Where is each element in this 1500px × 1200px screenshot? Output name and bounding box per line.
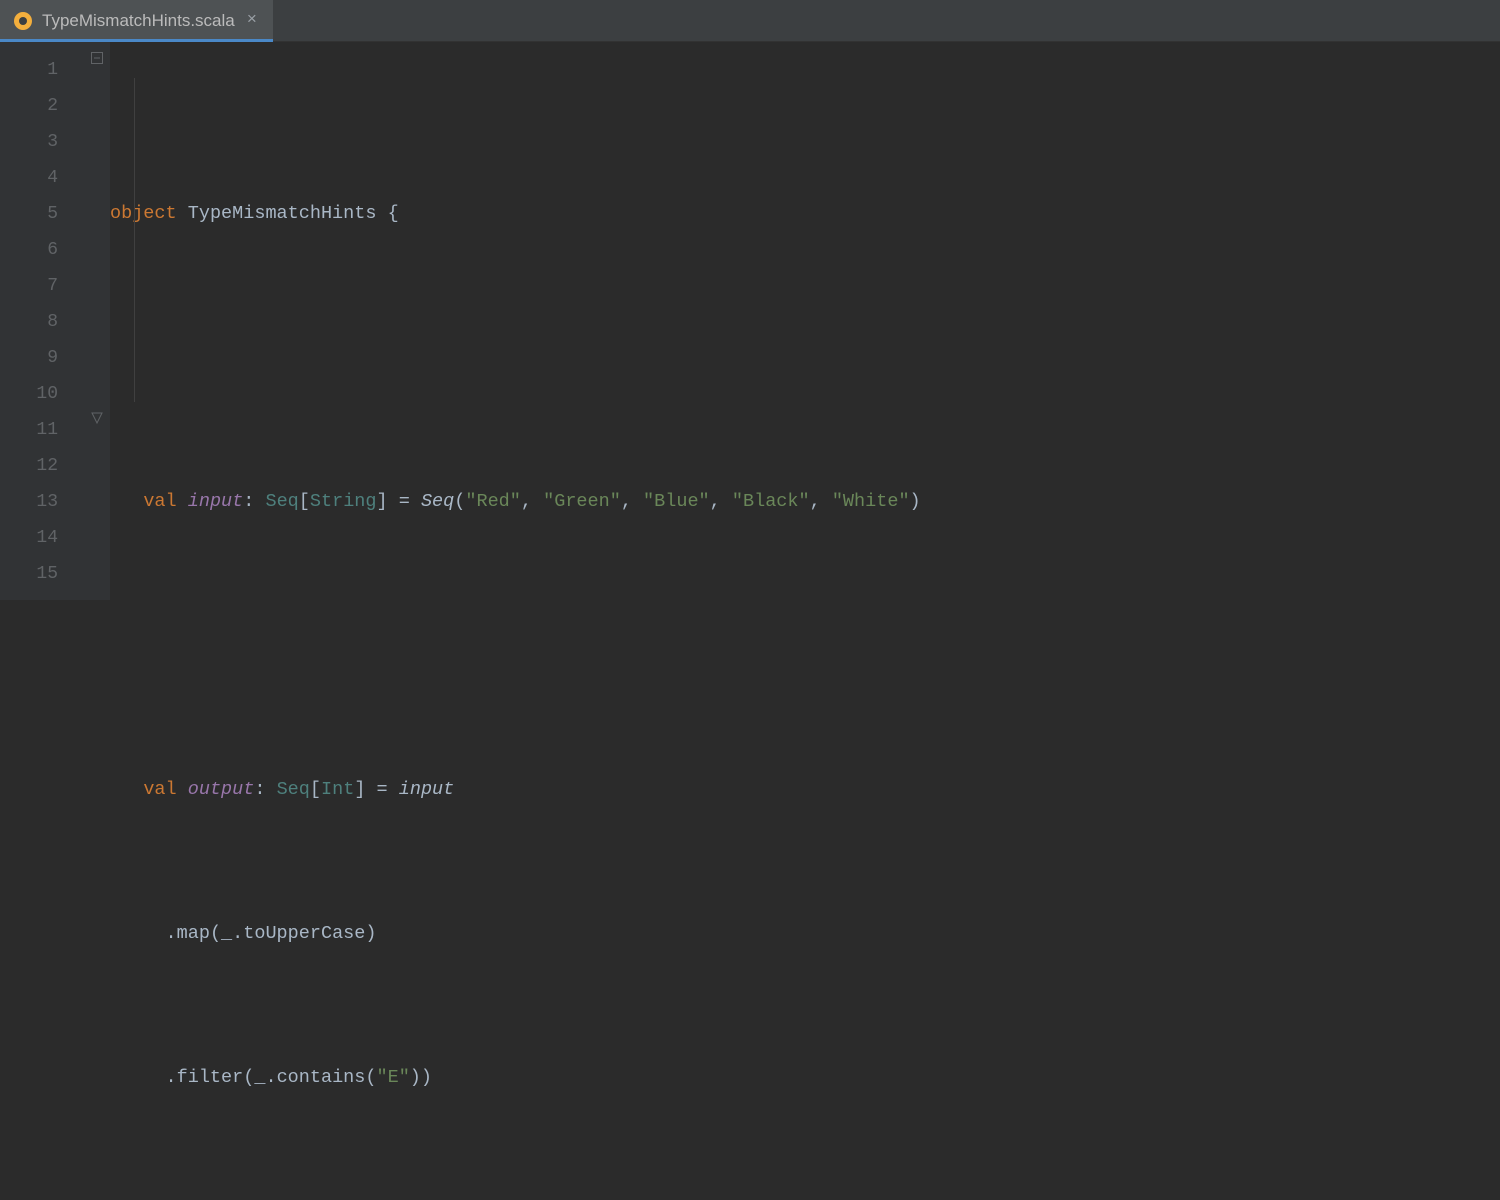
line-number: 8 [0, 304, 82, 340]
string: "E" [376, 1060, 409, 1096]
editor[interactable]: 1 2 3 4 5 6 7 8 9 10 11 12 13 14 15 obje… [0, 42, 1500, 600]
identifier: input [399, 772, 455, 808]
gutter: 1 2 3 4 5 6 7 8 9 10 11 12 13 14 15 [0, 42, 82, 600]
line-number: 7 [0, 268, 82, 304]
keyword: object [110, 196, 177, 232]
fold-open-icon[interactable] [90, 52, 104, 68]
string: "Blue" [643, 484, 710, 520]
fold-gutter [82, 42, 110, 600]
line-number: 1 [0, 52, 82, 88]
code-line[interactable]: val input: Seq[String] = Seq("Red", "Gre… [110, 484, 1500, 520]
line-number: 3 [0, 124, 82, 160]
code-line[interactable] [110, 628, 1500, 664]
string: "White" [832, 484, 910, 520]
type: Int [321, 772, 354, 808]
type: Seq [277, 772, 310, 808]
fold-close-icon[interactable] [90, 412, 104, 428]
tab-active[interactable]: TypeMismatchHints.scala × [0, 0, 273, 41]
string: "Red" [465, 484, 521, 520]
type: Seq [265, 484, 298, 520]
keyword: val [143, 772, 176, 808]
line-number: 14 [0, 520, 82, 556]
val-name: input [188, 484, 244, 520]
line-number: 4 [0, 160, 82, 196]
line-number: 10 [0, 376, 82, 412]
line-number: 2 [0, 88, 82, 124]
object-name: TypeMismatchHints [188, 196, 377, 232]
code-line[interactable] [110, 340, 1500, 376]
method: filter [177, 1060, 244, 1096]
code-line[interactable]: val output: Seq[Int] = input [110, 772, 1500, 808]
indent-guide [134, 78, 135, 402]
string: "Black" [732, 484, 810, 520]
line-number: 11 [0, 412, 82, 448]
tab-bar: TypeMismatchHints.scala × [0, 0, 1500, 42]
scala-object-icon [14, 12, 32, 30]
keyword: val [143, 484, 176, 520]
lambda: _.contains( [254, 1060, 376, 1096]
close-icon[interactable]: × [245, 11, 259, 30]
lambda: _.toUpperCase [221, 916, 365, 952]
tab-title: TypeMismatchHints.scala [42, 11, 235, 31]
code-line[interactable]: .filter(_.contains("E")) [110, 1060, 1500, 1096]
ctor: Seq [421, 484, 454, 520]
code-area[interactable]: object TypeMismatchHints { val input: Se… [110, 42, 1500, 600]
code-line[interactable]: .map(_.toUpperCase) [110, 916, 1500, 952]
line-number: 12 [0, 448, 82, 484]
val-name: output [188, 772, 255, 808]
method: map [177, 916, 210, 952]
brace: { [388, 196, 399, 232]
string: "Green" [543, 484, 621, 520]
line-number: 6 [0, 232, 82, 268]
line-number: 9 [0, 340, 82, 376]
line-number: 15 [0, 556, 82, 592]
line-number: 13 [0, 484, 82, 520]
code-line[interactable]: object TypeMismatchHints { [110, 196, 1500, 232]
line-number: 5 [0, 196, 82, 232]
type: String [310, 484, 377, 520]
